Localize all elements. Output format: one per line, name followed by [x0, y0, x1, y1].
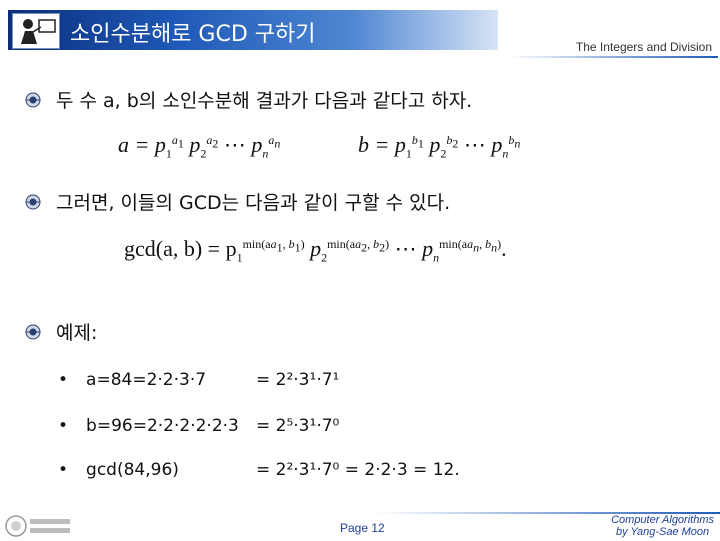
bullet-item-3: 예제:	[24, 318, 97, 345]
bullet-icon	[25, 92, 41, 107]
formula-gcd: gcd(a, b) = p1min(aa1, b1) p2min(aa2, b2…	[124, 236, 507, 265]
example-item: • b=96=2·2·2·2·2·3	[58, 416, 239, 436]
bullet-dot-icon: •	[58, 416, 69, 436]
header-divider	[508, 56, 718, 58]
bullet-icon	[25, 324, 41, 339]
formula-b-lhs: b = p	[358, 132, 406, 157]
bullet-text: 예제:	[56, 322, 98, 344]
bullet-dot-icon: •	[58, 370, 69, 390]
example-result: = 2²·3¹·7⁰ = 2·2·3 = 12.	[256, 460, 460, 480]
bullet-text: 두 수 a, b의 소인수분해 결과가 다음과 같다고 하자.	[56, 90, 473, 112]
ellipsis: ⋯	[394, 236, 417, 261]
example-left: a=84=2·2·3·7	[86, 370, 207, 390]
presenter-icon	[12, 13, 60, 49]
subject-label: The Integers and Division	[575, 40, 712, 54]
formula-a: a = p1a1 p2a2 ⋯ pnan	[118, 132, 281, 161]
formula-b: b = p1b1 p2b2 ⋯ pnbn	[358, 132, 521, 161]
example-item: • a=84=2·2·3·7	[58, 370, 206, 390]
formula-a-lhs: a = p	[118, 132, 166, 157]
bullet-item-1: 두 수 a, b의 소인수분해 결과가 다음과 같다고 하자.	[24, 86, 472, 113]
ellipsis: ⋯	[223, 132, 246, 157]
university-logo	[4, 514, 74, 538]
footer-credit-line2: by Yang-Sae Moon	[615, 526, 710, 538]
example-result: = 2⁵·3¹·7⁰	[256, 416, 340, 436]
bullet-item-2: 그러면, 이들의 GCD는 다음과 같이 구할 수 있다.	[24, 188, 450, 215]
bullet-icon	[25, 194, 41, 209]
footer-credit-line1: Computer Algorithms	[611, 514, 714, 526]
example-result: = 2²·3¹·7¹	[256, 370, 340, 390]
formula-gcd-lhs: gcd(a, b) = p	[124, 236, 237, 261]
ellipsis: ⋯	[463, 132, 486, 157]
bullet-text: 그러면, 이들의 GCD는 다음과 같이 구할 수 있다.	[56, 192, 451, 214]
bullet-dot-icon: •	[58, 460, 69, 480]
example-left: b=96=2·2·2·2·2·3	[86, 416, 239, 436]
example-item: • gcd(84,96)	[58, 460, 179, 480]
page-title: 소인수분해로 GCD 구하기	[70, 22, 316, 47]
footer-credit: Computer Algorithms by Yang-Sae Moon	[611, 514, 714, 538]
page-number: Page 12	[340, 521, 385, 535]
example-left: gcd(84,96)	[86, 460, 179, 480]
